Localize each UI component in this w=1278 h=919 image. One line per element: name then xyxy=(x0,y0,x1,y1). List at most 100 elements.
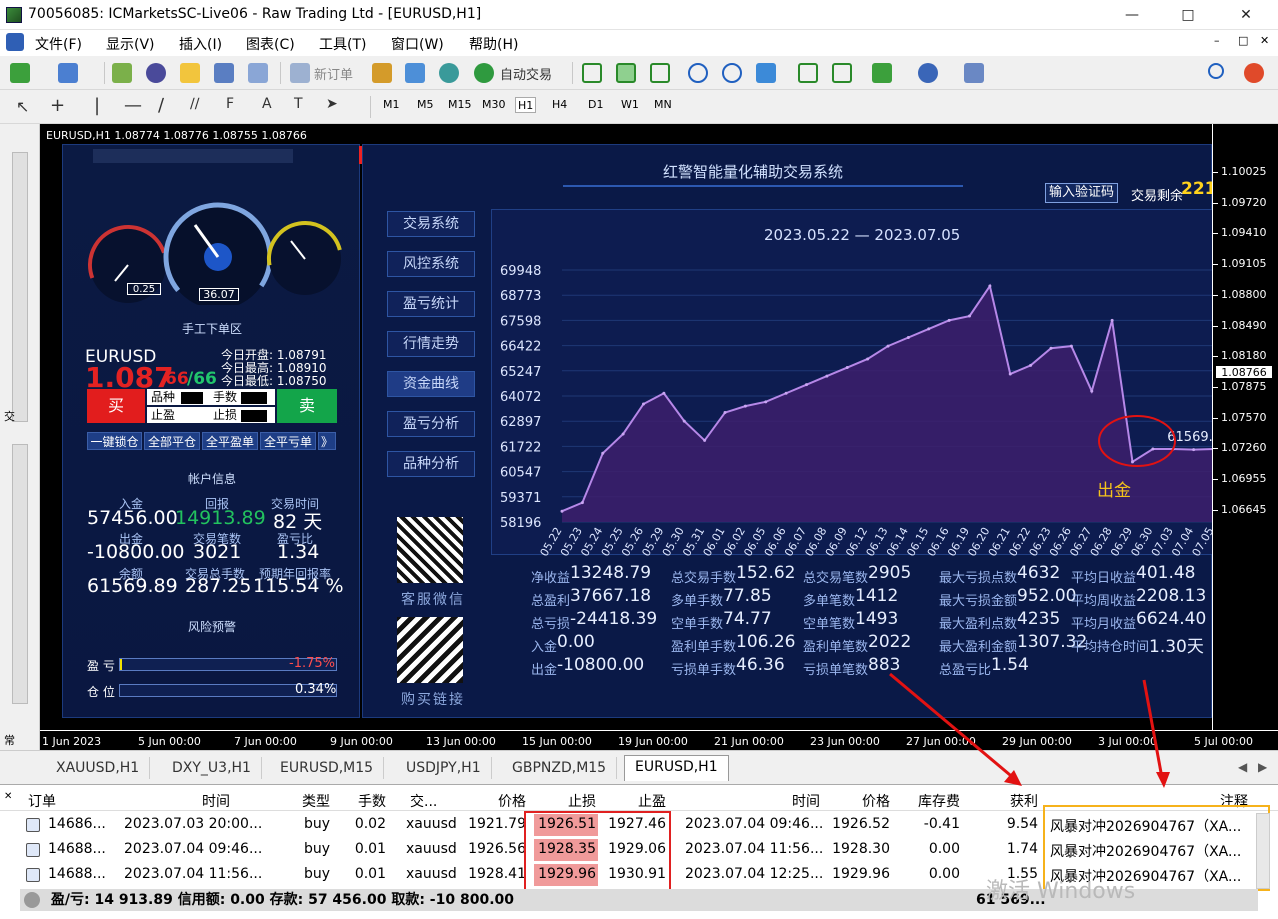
close-loss-button[interactable]: 全平亏单 xyxy=(260,432,316,450)
sl-field[interactable]: 止损 xyxy=(211,407,275,423)
bar-chart-icon[interactable] xyxy=(582,63,602,83)
nav-pnl-stats[interactable]: 盈亏统计 xyxy=(387,291,475,317)
menu-help[interactable]: 帮助(H) xyxy=(469,34,518,54)
data-window-icon[interactable] xyxy=(146,63,166,83)
tp-field[interactable]: 止盈 xyxy=(147,407,211,423)
profiles-icon[interactable] xyxy=(58,63,78,83)
column-header[interactable]: 手数 xyxy=(266,791,386,811)
cursor-icon[interactable]: ↖ xyxy=(16,97,29,116)
tab-scroll-right-icon[interactable]: ▶ xyxy=(1258,760,1267,774)
price-axis-label: 1.06955 xyxy=(1221,472,1267,485)
tab-usdjpy-h1[interactable]: USDJPY,H1 xyxy=(396,757,492,779)
maximize-button[interactable]: □ xyxy=(1168,5,1208,25)
tab-eurusd-m15[interactable]: EURUSD,M15 xyxy=(270,757,385,779)
auto-scroll-icon[interactable] xyxy=(832,63,852,83)
close-profit-button[interactable]: 全平盈单 xyxy=(202,432,258,450)
nav-pnl-analysis[interactable]: 盈亏分析 xyxy=(387,411,475,437)
fibonacci-icon[interactable]: F xyxy=(226,96,234,112)
zoom-in-icon[interactable] xyxy=(688,63,708,83)
tile-windows-icon[interactable] xyxy=(756,63,776,83)
stat-label: 总交易手数 xyxy=(671,571,737,586)
menu-file[interactable]: 文件(F) xyxy=(35,34,82,54)
minimize-button[interactable]: — xyxy=(1112,5,1152,25)
equity-point xyxy=(1192,448,1196,452)
more-button[interactable]: 》 xyxy=(318,432,336,450)
mdi-close-icon[interactable]: ✕ xyxy=(1260,34,1269,47)
timeframe-d1[interactable]: D1 xyxy=(586,97,605,113)
menu-window[interactable]: 窗口(W) xyxy=(391,34,444,54)
price-chart[interactable]: EURUSD,H1 1.08774 1.08776 1.08755 1.0876… xyxy=(40,124,1278,750)
search-icon[interactable] xyxy=(1208,63,1224,79)
indicators-icon[interactable] xyxy=(872,63,892,83)
periods-icon[interactable] xyxy=(918,63,938,83)
tab-dxy-h1[interactable]: DXY_U3,H1 xyxy=(162,757,262,779)
table-scrollbar[interactable] xyxy=(1256,813,1270,889)
auto-trade-button[interactable]: 自动交易 xyxy=(500,64,552,83)
navigator-icon[interactable] xyxy=(180,63,200,83)
new-chart-icon[interactable] xyxy=(10,63,30,83)
tab-eurusd-h1[interactable]: EURUSD,H1 xyxy=(624,755,729,781)
crosshair-icon[interactable]: + xyxy=(50,95,65,116)
trendline-icon[interactable]: ∕ xyxy=(158,95,164,116)
timeframe-h4[interactable]: H4 xyxy=(550,97,569,113)
variety-field[interactable]: 品种 xyxy=(147,389,211,405)
sell-button[interactable]: 卖 xyxy=(277,389,337,423)
buy-button[interactable]: 买 xyxy=(87,389,145,423)
close-all-button[interactable]: 全部平仓 xyxy=(144,432,200,450)
chat-icon[interactable] xyxy=(405,63,425,83)
templates-icon[interactable] xyxy=(964,63,984,83)
equidistant-channel-icon[interactable]: ∕∕ xyxy=(190,96,199,112)
vertical-line-icon[interactable]: | xyxy=(94,95,100,116)
close-window-button[interactable]: ✕ xyxy=(1226,5,1266,25)
timeframe-h1[interactable]: H1 xyxy=(515,97,537,113)
timeframe-m5[interactable]: M5 xyxy=(415,97,436,113)
new-order-button[interactable]: 新订单 xyxy=(314,64,353,83)
nav-equity-curve[interactable]: 资金曲线 xyxy=(387,371,475,397)
timeframe-w1[interactable]: W1 xyxy=(619,97,641,113)
horizontal-line-icon[interactable]: — xyxy=(124,95,142,116)
column-header[interactable]: 订单 xyxy=(28,791,56,811)
candlestick-icon[interactable] xyxy=(616,63,636,83)
terminal-icon[interactable] xyxy=(214,63,234,83)
menu-insert[interactable]: 插入(I) xyxy=(179,34,222,54)
signals-icon[interactable] xyxy=(439,63,459,83)
price-axis-tick xyxy=(1213,233,1218,235)
lock-all-button[interactable]: 一键锁仓 xyxy=(87,432,142,450)
column-header[interactable]: 获利 xyxy=(918,791,1038,811)
nav-market-trend[interactable]: 行情走势 xyxy=(387,331,475,357)
menu-view[interactable]: 显示(V) xyxy=(106,34,155,54)
mdi-restore-icon[interactable]: □ xyxy=(1238,34,1248,47)
chart-shift-icon[interactable] xyxy=(798,63,818,83)
tab-xauusd-h1[interactable]: XAUUSD,H1 xyxy=(46,757,151,779)
column-header[interactable]: 止盈 xyxy=(546,791,666,811)
text-icon[interactable]: A xyxy=(262,96,272,112)
verify-code-button[interactable]: 输入验证码 xyxy=(1045,183,1119,203)
line-chart-icon[interactable] xyxy=(650,63,670,83)
timeframe-m1[interactable]: M1 xyxy=(381,97,402,113)
tab-scroll-left-icon[interactable]: ◀ xyxy=(1238,760,1247,774)
timeframe-mn[interactable]: MN xyxy=(652,97,674,113)
tab-gbpnzd-m15[interactable]: GBPNZD,M15 xyxy=(502,757,618,779)
nav-risk-system[interactable]: 风控系统 xyxy=(387,251,475,277)
notifications-icon[interactable] xyxy=(1244,63,1264,83)
left-panel-tab-2[interactable]: 常 xyxy=(4,732,15,748)
metaeditor-icon[interactable] xyxy=(372,63,392,83)
left-panel-tab[interactable]: 交 xyxy=(4,408,15,424)
left-panel-scrollbar[interactable] xyxy=(12,152,28,422)
nav-trade-system[interactable]: 交易系统 xyxy=(387,211,475,237)
market-watch-icon[interactable] xyxy=(112,63,132,83)
left-panel-scrollbar-2[interactable] xyxy=(12,444,28,704)
lots-field[interactable]: 手数 xyxy=(211,389,275,405)
zoom-out-icon[interactable] xyxy=(722,63,742,83)
time-axis-label: 5 Jun 00:00 xyxy=(138,735,201,748)
nav-symbol-analysis[interactable]: 品种分析 xyxy=(387,451,475,477)
arrows-icon[interactable]: ➤ xyxy=(326,96,338,112)
menu-chart[interactable]: 图表(C) xyxy=(246,34,295,54)
strategy-tester-icon[interactable] xyxy=(248,63,268,83)
menu-tools[interactable]: 工具(T) xyxy=(319,34,366,54)
timeframe-m15[interactable]: M15 xyxy=(446,97,474,113)
timeframe-m30[interactable]: M30 xyxy=(480,97,508,113)
left-dock-panel[interactable]: 交 常 xyxy=(0,124,40,750)
mdi-minimize-icon[interactable]: – xyxy=(1214,34,1220,47)
text-label-icon[interactable]: T xyxy=(294,96,303,112)
